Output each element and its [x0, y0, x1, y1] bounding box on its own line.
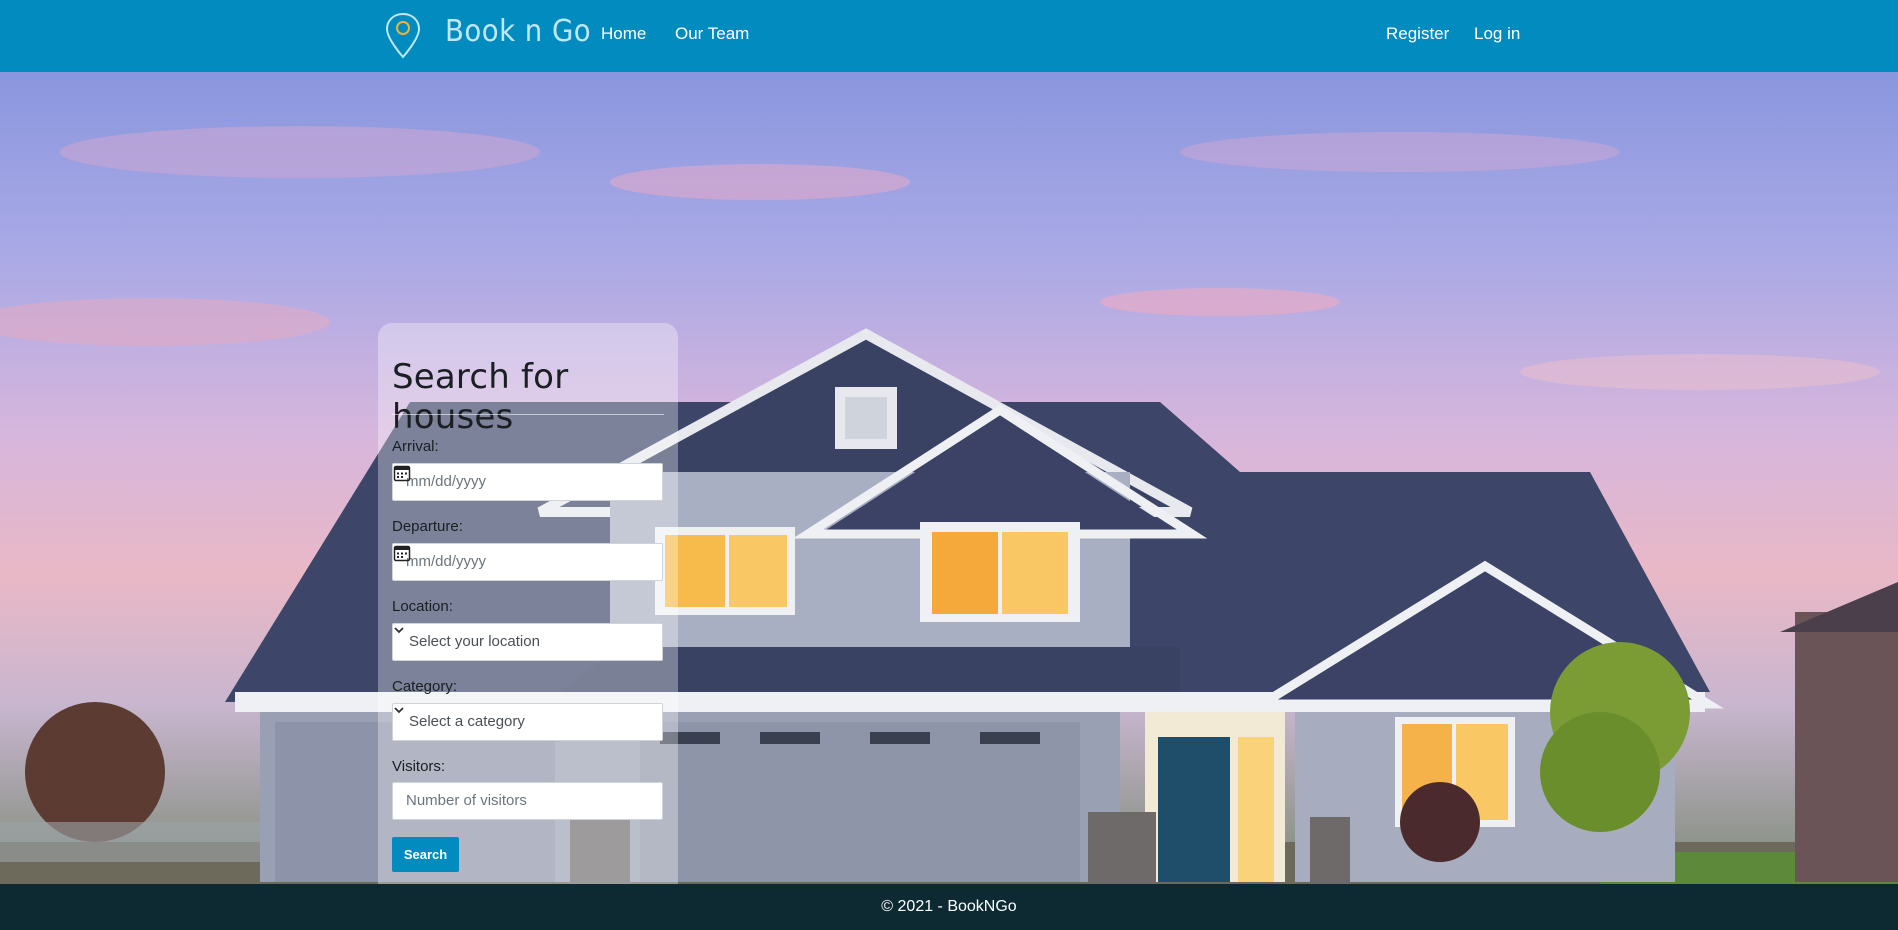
- visitors-label: Visitors:: [392, 758, 446, 775]
- navbar: Book n Go Home Our Team Register Log in: [0, 0, 1898, 72]
- category-selected-value: Select a category: [409, 713, 525, 730]
- category-label: Category:: [392, 678, 458, 695]
- footer-copyright: © 2021 - BookNGo: [881, 898, 1017, 915]
- footer: © 2021 - BookNGo: [0, 884, 1898, 930]
- departure-placeholder: mm/dd/yyyy: [406, 553, 487, 570]
- visitors-placeholder: Number of visitors: [406, 792, 527, 809]
- chevron-down-icon: [394, 627, 404, 634]
- panel-divider: [392, 414, 664, 415]
- category-select[interactable]: Select a category: [392, 703, 663, 741]
- departure-label: Departure:: [392, 518, 463, 535]
- arrival-placeholder: mm/dd/yyyy: [406, 473, 487, 490]
- login-link[interactable]: Log in: [1474, 24, 1520, 44]
- hero-background: Search for houses Arrival: mm/dd/yyyy De…: [0, 72, 1898, 884]
- brand-name[interactable]: Book n Go: [445, 14, 591, 49]
- house-at-dusk-photo: [0, 126, 1898, 884]
- calendar-icon[interactable]: [393, 544, 411, 562]
- departure-date-input[interactable]: mm/dd/yyyy: [392, 543, 663, 581]
- arrival-label: Arrival:: [392, 438, 439, 455]
- nav-home-link[interactable]: Home: [601, 24, 646, 44]
- nav-our-team-link[interactable]: Our Team: [675, 24, 749, 44]
- search-button[interactable]: Search: [392, 837, 459, 872]
- chevron-down-icon: [394, 707, 404, 714]
- location-select[interactable]: Select your location: [392, 623, 663, 661]
- map-pin-icon[interactable]: [383, 11, 423, 61]
- arrival-date-input[interactable]: mm/dd/yyyy: [392, 463, 663, 501]
- calendar-icon[interactable]: [393, 464, 411, 482]
- location-label: Location:: [392, 598, 453, 615]
- visitors-input[interactable]: Number of visitors: [392, 782, 663, 820]
- location-selected-value: Select your location: [409, 633, 540, 650]
- search-title: Search for houses: [392, 357, 569, 437]
- search-panel: Search for houses Arrival: mm/dd/yyyy De…: [378, 323, 678, 884]
- register-link[interactable]: Register: [1386, 24, 1449, 44]
